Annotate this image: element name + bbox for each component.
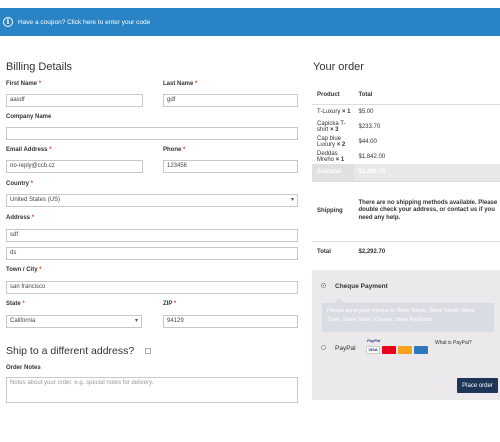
email-field[interactable]: no-reply@ccb.cz (6, 160, 143, 173)
zip-field[interactable]: 94129 (163, 315, 298, 328)
shipping-label: Shipping (312, 180, 354, 242)
last-name-field[interactable]: gdf (163, 94, 298, 107)
product-header: Product (312, 86, 354, 105)
city-label: Town / City * (6, 267, 42, 273)
billing-title: Billing Details (6, 61, 73, 73)
item-total: $1,842.00 (358, 153, 386, 160)
place-order-button[interactable]: Place order (457, 378, 498, 393)
order-title: Your order (313, 61, 364, 73)
visa-icon: VISA (366, 346, 380, 354)
order-notes-field[interactable]: Notes about your order, e.g. special not… (6, 377, 298, 403)
state-label: State * (6, 301, 25, 307)
paypal-label[interactable]: PayPal (335, 345, 356, 352)
country-value: United States (US) (10, 197, 61, 203)
total-header: Total (353, 86, 500, 105)
chevron-down-icon: ▾ (134, 318, 138, 324)
amex-icon (414, 346, 428, 354)
mastercard-icon (382, 346, 396, 354)
state-select[interactable]: California ▾ (6, 315, 142, 328)
item-name: Deddas Mreho (317, 150, 338, 163)
subtotal-value: $2,292.70 (353, 164, 500, 181)
total-label: Total (317, 249, 331, 256)
address-line1-field[interactable]: sdf (6, 229, 298, 242)
address-label: Address * (6, 215, 35, 221)
first-name-field[interactable]: aasdf (6, 94, 143, 107)
company-label: Company Name (6, 114, 52, 120)
state-value: California (10, 318, 36, 324)
shipping-row: Shipping There are no shipping methods a… (312, 180, 500, 242)
subtotal-label: Subtotal (312, 164, 354, 181)
order-notes-label: Order Notes (6, 365, 41, 371)
item-total: $233.70 (358, 123, 381, 130)
item-qty: × 2 (336, 141, 346, 148)
item-total: $5.00 (358, 108, 374, 115)
ship-different-checkbox[interactable] (145, 348, 151, 354)
paypal-cards-icon: PayPal VISA (364, 338, 434, 358)
shipping-message: There are no shipping methods available.… (353, 180, 500, 242)
phone-label: Phone * (163, 147, 186, 153)
city-field[interactable]: san francisco (6, 281, 298, 294)
cheque-description: Please send your cheque to Store Name, S… (322, 298, 494, 332)
cheque-radio[interactable] (321, 283, 326, 288)
item-qty: × 1 (335, 156, 345, 163)
total-value: $2,292.70 (358, 249, 386, 256)
discover-icon (398, 346, 412, 354)
table-row: T-Luxury × 1 $5.00 (312, 104, 500, 119)
item-qty: × 1 (342, 108, 351, 115)
item-total: $44.00 (358, 138, 377, 145)
table-row: Deddas Mreho × 1 $1,842.00 (312, 149, 500, 164)
ship-different-title: Ship to a different address? (6, 345, 135, 357)
paypal-radio[interactable] (321, 345, 326, 350)
last-name-label: Last Name * (163, 81, 198, 87)
table-row: Capicka T-shirt × 3 $233.70 (312, 119, 500, 134)
table-row: Cap blue Luxury × 2 $44.00 (312, 134, 500, 149)
item-name: T-Luxury (317, 108, 341, 115)
paypal-logo-text: PayPal (367, 338, 381, 343)
company-field[interactable] (6, 127, 298, 140)
coupon-notice-text[interactable]: Have a coupon? Click here to enter your … (18, 19, 150, 26)
first-name-label: First Name * (6, 81, 42, 87)
chevron-down-icon: ▾ (290, 197, 294, 203)
info-icon: i (3, 17, 13, 27)
address-line2-field[interactable]: ds (6, 247, 298, 260)
what-is-paypal-link[interactable]: What is PayPal? (435, 340, 472, 346)
total-row: Total $2,292.70 (312, 241, 500, 263)
item-qty: × 3 (330, 126, 339, 133)
order-review-table: Product Total T-Luxury × 1 $5.00 Capicka… (312, 86, 500, 263)
coupon-notice[interactable]: i Have a coupon? Click here to enter you… (0, 8, 500, 36)
zip-label: ZIP * (163, 301, 177, 307)
subtotal-row: Subtotal $2,292.70 (312, 164, 500, 181)
email-label: Email Address * (6, 147, 52, 153)
cheque-label[interactable]: Cheque Payment (335, 283, 388, 290)
country-label: Country * (6, 181, 34, 187)
phone-field[interactable]: 123456 (163, 160, 298, 173)
country-select[interactable]: United States (US) ▾ (6, 194, 298, 207)
